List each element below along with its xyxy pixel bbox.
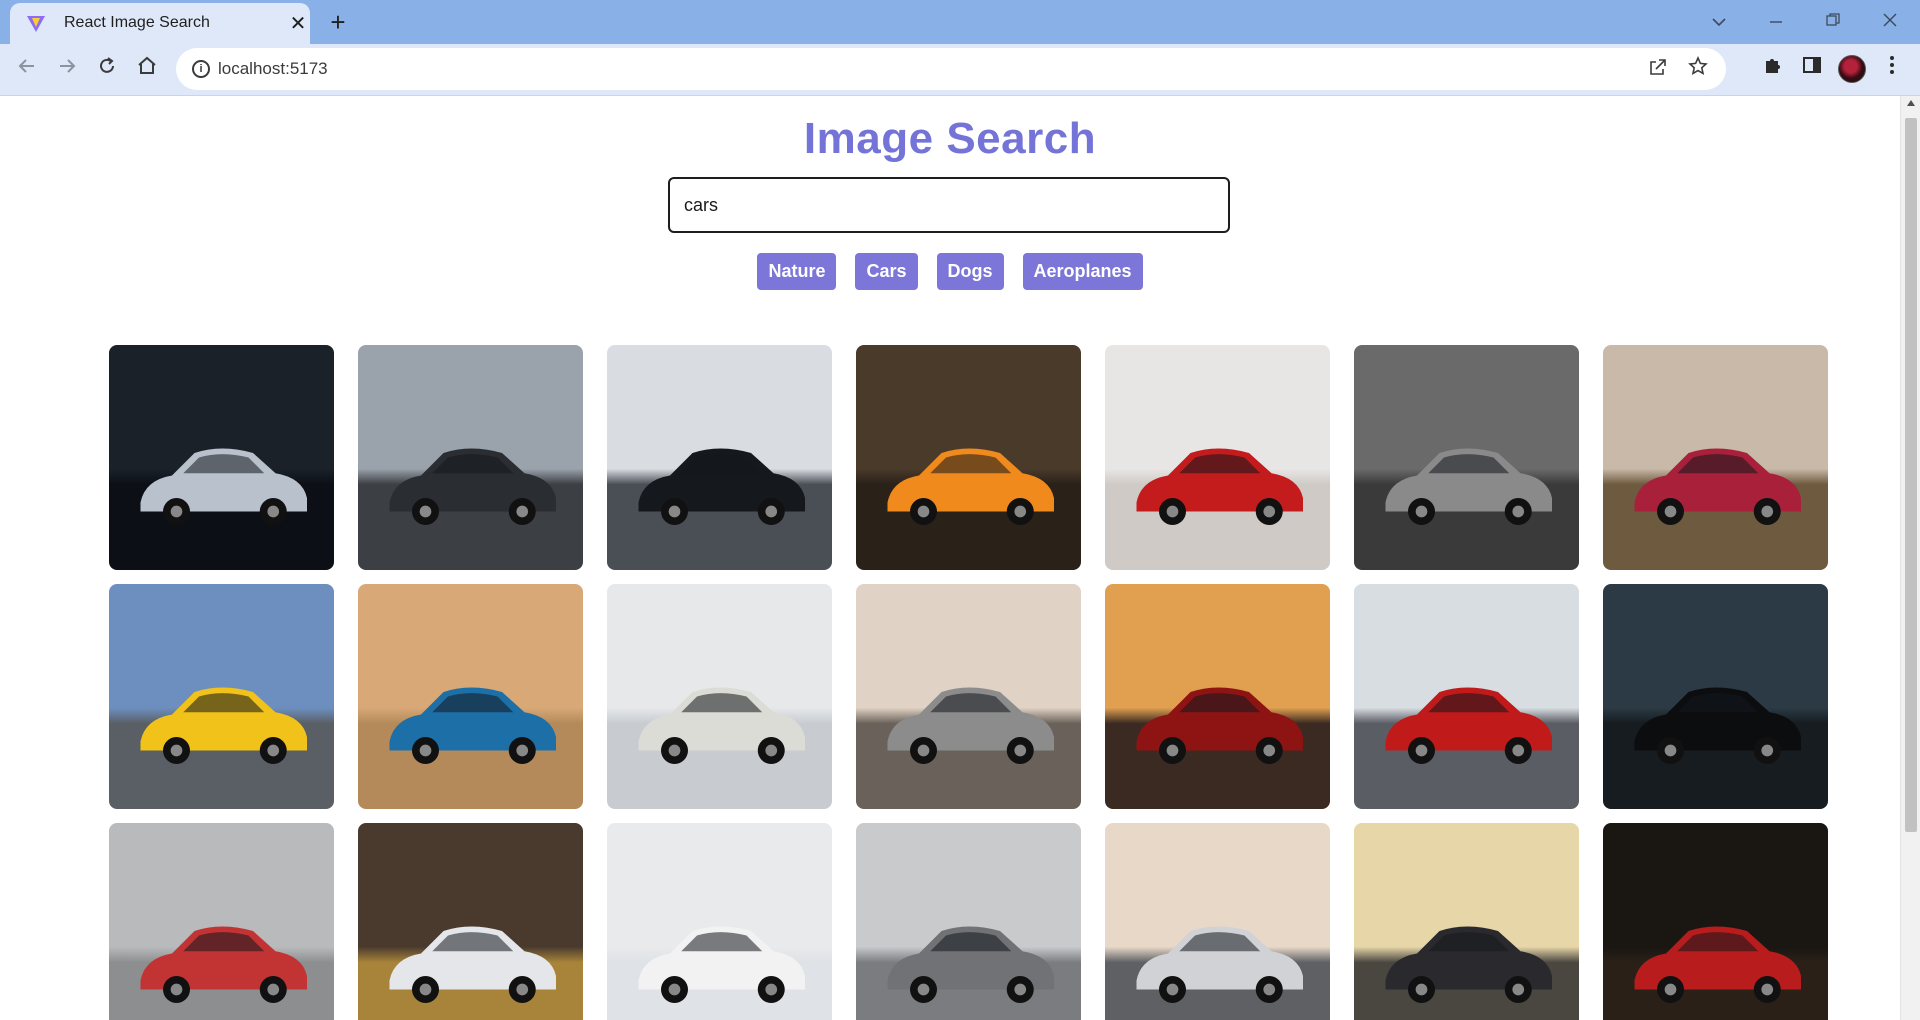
gallery-image[interactable] [1105,823,1330,1020]
car-photo [109,345,334,570]
tab-strip: React Image Search ✕ + [0,0,1920,44]
search-input[interactable] [668,177,1230,233]
car-photo [607,345,832,570]
car-photo [856,823,1081,1020]
car-photo [1105,345,1330,570]
browser-tab[interactable]: React Image Search ✕ [10,3,310,44]
car-photo [856,345,1081,570]
car-photo [1603,345,1828,570]
address-bar[interactable]: i localhost:5173 [176,48,1726,90]
scrollbar-thumb[interactable] [1905,118,1917,832]
gallery-image[interactable] [1603,584,1828,809]
car-photo [1603,823,1828,1020]
car-photo [607,823,832,1020]
browser-chrome: React Image Search ✕ + i localhost:5173 [0,0,1920,96]
gallery-image[interactable] [109,345,334,570]
car-photo [358,823,583,1020]
gallery-image[interactable] [1354,823,1579,1020]
gallery-image[interactable] [856,823,1081,1020]
minimize-icon[interactable] [1756,6,1796,36]
car-photo [1354,584,1579,809]
url-text[interactable]: localhost:5173 [218,59,328,79]
gallery-image[interactable] [607,584,832,809]
gallery-image[interactable] [1354,584,1579,809]
gallery-image[interactable] [1603,345,1828,570]
side-panel-icon[interactable] [1798,55,1826,83]
category-button-dogs[interactable]: Dogs [936,253,1004,290]
close-icon[interactable] [1870,6,1910,36]
category-button-nature[interactable]: Nature [757,253,837,290]
tab-close-icon[interactable]: ✕ [286,12,310,36]
category-button-cars[interactable]: Cars [855,253,918,290]
gallery-image[interactable] [109,823,334,1020]
reload-icon[interactable] [90,52,124,86]
car-photo [607,584,832,809]
category-button-aeroplanes[interactable]: Aeroplanes [1022,253,1143,290]
gallery-image[interactable] [607,345,832,570]
category-buttons: Nature Cars Dogs Aeroplanes [0,253,1900,290]
car-photo [856,584,1081,809]
gallery-image[interactable] [1105,584,1330,809]
scroll-up-arrow-icon[interactable] [1907,100,1915,106]
browser-toolbar: i localhost:5173 [0,44,1920,96]
gallery-image[interactable] [1105,345,1330,570]
profile-avatar[interactable] [1838,55,1866,83]
extensions-puzzle-icon[interactable] [1758,55,1786,83]
gallery-image[interactable] [358,823,583,1020]
gallery-image[interactable] [1354,345,1579,570]
gallery-image[interactable] [358,345,583,570]
new-tab-button[interactable]: + [324,8,352,36]
gallery-image[interactable] [1603,823,1828,1020]
share-icon[interactable] [1646,57,1670,81]
car-photo [1354,345,1579,570]
kebab-menu-icon[interactable] [1878,55,1906,83]
car-photo [358,345,583,570]
car-photo [109,823,334,1020]
gallery-image[interactable] [856,584,1081,809]
page-title: Image Search [803,114,1097,163]
car-photo [1105,823,1330,1020]
gallery-image[interactable] [607,823,832,1020]
vertical-scrollbar[interactable] [1900,96,1920,1020]
site-info-icon[interactable]: i [192,60,210,78]
car-photo [358,584,583,809]
gallery-image[interactable] [856,345,1081,570]
car-photo [1354,823,1579,1020]
image-gallery [109,345,1828,1020]
bookmark-star-icon[interactable] [1686,56,1710,80]
gallery-image[interactable] [109,584,334,809]
back-arrow-icon[interactable] [10,52,44,86]
car-photo [109,584,334,809]
home-icon[interactable] [130,52,164,86]
car-photo [1603,584,1828,809]
tab-search-chevron-down-icon[interactable] [1699,6,1739,36]
tab-title: React Image Search [64,14,210,31]
page-viewport: Image Search Nature Cars Dogs Aeroplanes [0,96,1900,1020]
forward-arrow-icon[interactable] [50,52,84,86]
vite-favicon-icon [27,16,45,32]
restore-icon[interactable] [1813,6,1853,36]
car-photo [1105,584,1330,809]
gallery-image[interactable] [358,584,583,809]
